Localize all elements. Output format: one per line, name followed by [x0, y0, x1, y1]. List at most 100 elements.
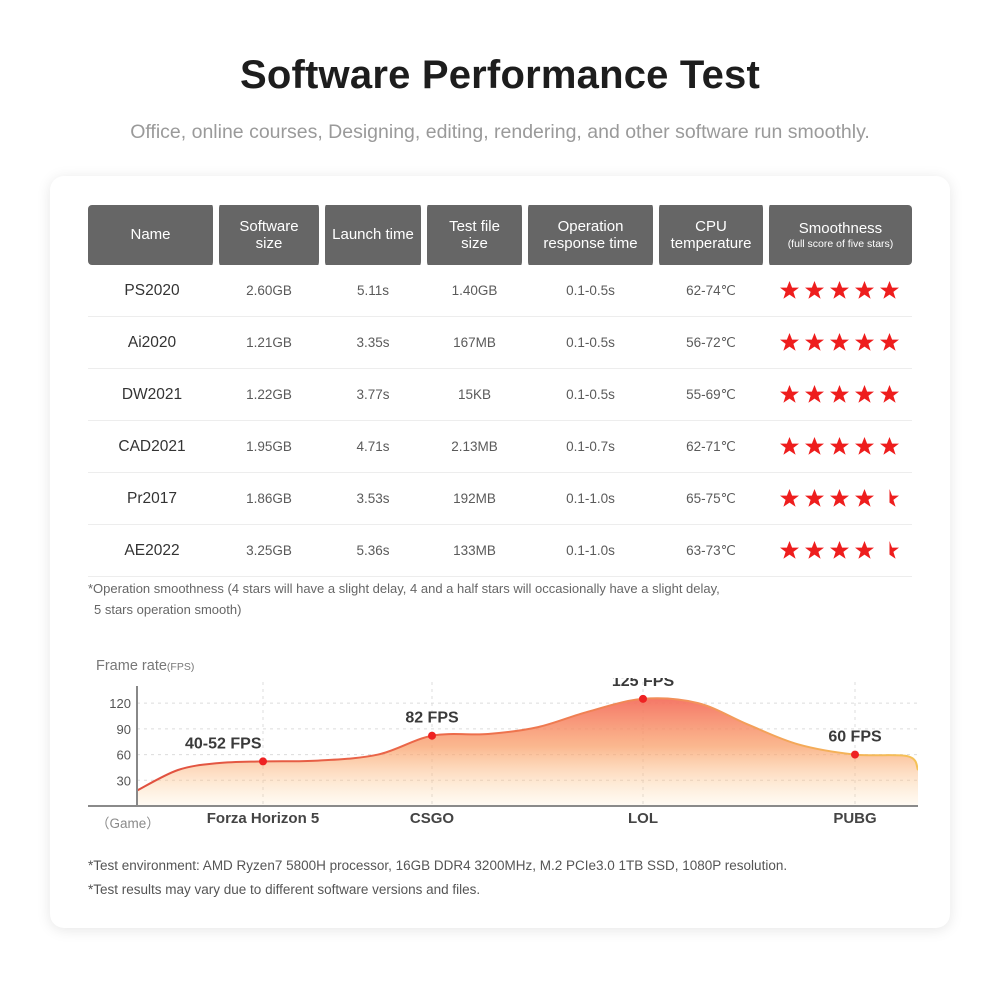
chart-axis-title-main: Frame rate [96, 658, 167, 674]
cell-smoothness-rating [766, 369, 912, 421]
cell-name: AE2022 [88, 525, 216, 577]
cell-software-size: 3.25GB [216, 525, 322, 577]
cell-smoothness-rating [766, 473, 912, 525]
chart-axis-title-unit: (FPS) [166, 661, 195, 673]
table-row: AE2022 3.25GB 5.36s 133MB 0.1-1.0s 63-73℃ [88, 525, 912, 577]
table-footnote-line1: *Operation smoothness (4 stars will have… [88, 581, 720, 596]
cell-smoothness-rating [766, 317, 912, 369]
cell-cpu-temperature: 63-73℃ [656, 525, 766, 577]
star-full-icon [779, 384, 800, 405]
cell-software-size: 1.95GB [216, 421, 322, 473]
chart-x-tick-label: PUBG [833, 810, 877, 827]
chart-plot-area: 30 60 90 120 40-52 FPS 82 FPS 125 FPS 60 FPS [88, 678, 918, 807]
cell-cpu-temperature: 55-69℃ [656, 369, 766, 421]
page-subtitle: Office, online courses, Designing, editi… [130, 121, 870, 143]
col-header-software-size-l1: Software [239, 217, 299, 235]
star-full-icon [804, 384, 825, 405]
col-header-operation-response-time-l2: response time [543, 235, 638, 252]
star-rating [779, 332, 900, 354]
cell-name: Ai2020 [88, 317, 216, 369]
chart-y-tick-labels: 30 60 90 120 [109, 696, 131, 788]
cell-test-file-size: 2.13MB [424, 421, 525, 473]
cell-test-file-size: 167MB [424, 317, 525, 369]
page-root: Software Performance Test Office, online… [0, 0, 1000, 1000]
col-header-cpu-temperature: CPU temperature [656, 205, 766, 265]
cell-operation-response-time: 0.1-0.5s [525, 317, 656, 369]
table-row: DW2021 1.22GB 3.77s 15KB 0.1-0.5s 55-69℃ [88, 369, 912, 421]
col-header-operation-response-time: Operation response time [525, 205, 656, 265]
cell-operation-response-time: 0.1-1.0s [525, 473, 656, 525]
table-header: Name Software size Launch time Test file… [88, 205, 912, 265]
cell-operation-response-time: 0.1-0.7s [525, 421, 656, 473]
chart-x-tick-label: CSGO [409, 810, 455, 827]
chart-y-tick-label: 90 [117, 722, 131, 737]
cell-name: PS2020 [88, 265, 216, 317]
table-row: Pr2017 1.86GB 3.53s 192MB 0.1-1.0s 65-75℃ [88, 473, 912, 525]
table-footnote: *Operation smoothness (4 stars will have… [88, 578, 888, 621]
cell-launch-time: 3.53s [322, 473, 424, 525]
star-full-icon [779, 436, 800, 457]
star-full-icon [829, 332, 850, 353]
star-full-icon [804, 280, 825, 301]
chart-y-tick-label: 30 [117, 773, 131, 788]
col-header-launch-time-label: Launch time [332, 226, 414, 244]
cell-test-file-size: 15KB [424, 369, 525, 421]
cell-launch-time: 3.77s [322, 369, 424, 421]
col-header-name: Name [88, 205, 216, 265]
cell-operation-response-time: 0.1-1.0s [525, 525, 656, 577]
star-full-icon [779, 488, 800, 509]
footnote-test-environment: *Test environment: AMD Ryzen7 5800H proc… [88, 858, 788, 873]
cell-smoothness-rating [766, 265, 912, 317]
star-full-icon [804, 332, 825, 353]
chart-x-axis-labels: （Game） Forza Horizon 5 CSGO LOL PUBG [88, 810, 918, 836]
table-header-row: Name Software size Launch time Test file… [88, 205, 912, 265]
cell-launch-time: 5.36s [322, 525, 424, 577]
star-full-icon [854, 436, 875, 457]
table-body: PS2020 2.60GB 5.11s 1.40GB 0.1-0.5s 62-74℃ Ai2… [88, 265, 912, 577]
star-full-icon [879, 332, 900, 353]
cell-operation-response-time: 0.1-0.5s [525, 369, 656, 421]
star-full-icon [879, 384, 900, 405]
star-full-icon [879, 280, 900, 301]
cell-launch-time: 4.71s [322, 421, 424, 473]
col-header-smoothness: Smoothness (full score of five stars) [766, 205, 912, 265]
chart-data-point [259, 757, 267, 766]
star-full-icon [779, 280, 800, 301]
footnote-test-results: *Test results may vary due to different … [88, 881, 481, 897]
cell-test-file-size: 1.40GB [424, 265, 525, 317]
cell-launch-time: 5.11s [322, 265, 424, 317]
cell-software-size: 1.86GB [216, 473, 322, 525]
col-header-test-file-size-l2: size [461, 235, 488, 252]
star-full-icon [829, 280, 850, 301]
cell-cpu-temperature: 65-75℃ [656, 473, 766, 525]
cell-test-file-size: 192MB [424, 473, 525, 525]
star-rating [779, 280, 900, 302]
cell-name: Pr2017 [88, 473, 216, 525]
cell-launch-time: 3.35s [322, 317, 424, 369]
star-full-icon [804, 436, 825, 457]
star-half-icon [879, 540, 900, 561]
table-footnote-line2: 5 stars operation smooth) [94, 602, 242, 618]
star-full-icon [829, 540, 850, 561]
cell-name: CAD2021 [88, 421, 216, 473]
col-header-software-size: Software size [216, 205, 322, 265]
table-row: CAD2021 1.95GB 4.71s 2.13MB 0.1-0.7s 62-71℃ [88, 421, 912, 473]
cell-cpu-temperature: 56-72℃ [656, 317, 766, 369]
star-full-icon [854, 280, 875, 301]
col-header-cpu-temperature-l2: temperature [670, 235, 752, 252]
star-rating [779, 384, 900, 406]
star-full-icon [804, 488, 825, 509]
cell-software-size: 1.21GB [216, 317, 322, 369]
page-title: Software Performance Test [240, 53, 760, 97]
star-full-icon [779, 332, 800, 353]
content-card: Name Software size Launch time Test file… [50, 176, 950, 928]
chart-y-tick-label: 120 [109, 696, 131, 711]
page-header: Software Performance Test Office, online… [0, 0, 1000, 145]
card-footnotes: *Test environment: AMD Ryzen7 5800H proc… [88, 854, 908, 901]
col-header-smoothness-sublabel: (full score of five stars) [787, 237, 894, 250]
chart-axis-title: Frame rate(FPS) [96, 658, 194, 674]
chart-point-label: 40-52 FPS [185, 735, 262, 752]
chart-point-label: 125 FPS [612, 678, 675, 690]
star-rating [779, 436, 900, 458]
star-full-icon [854, 384, 875, 405]
